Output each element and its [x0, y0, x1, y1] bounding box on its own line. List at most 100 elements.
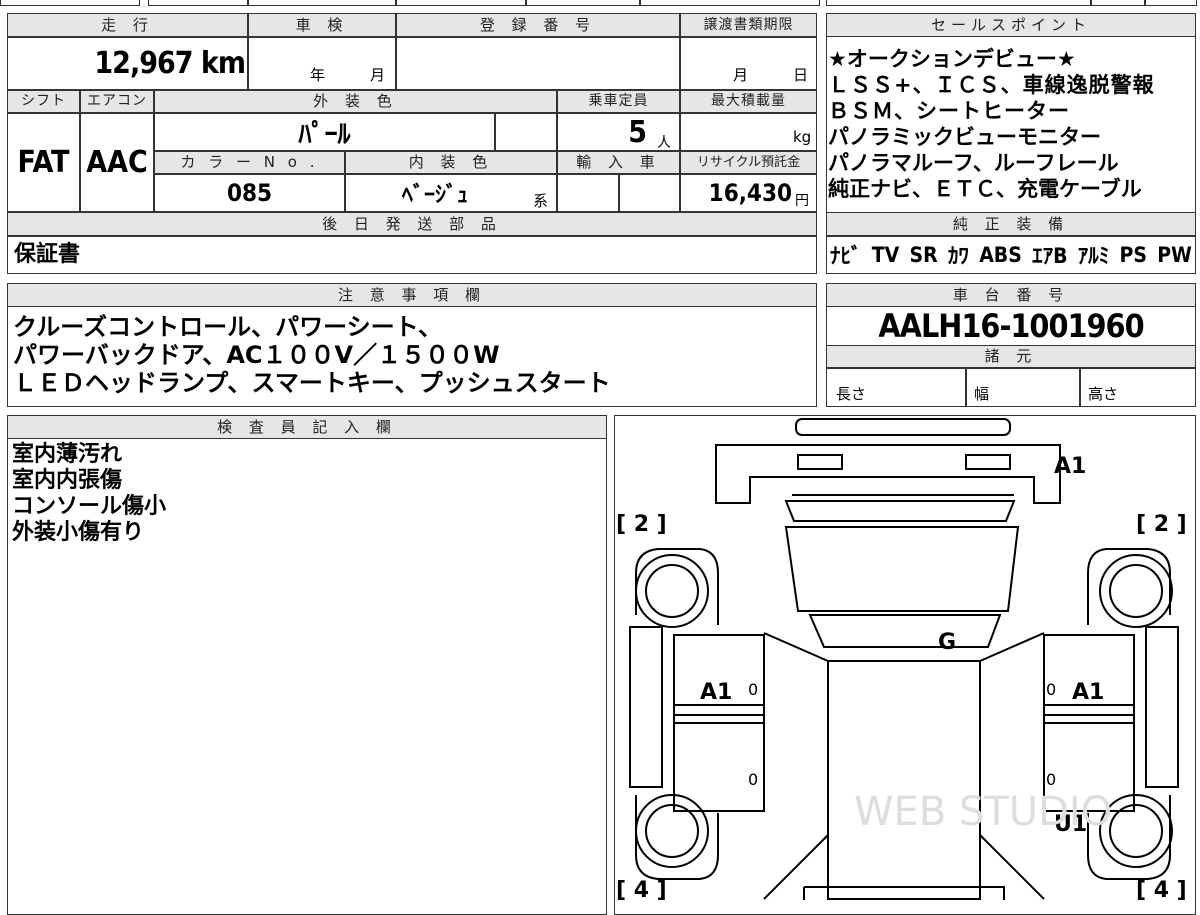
equipment-item-alloy: ｱﾙﾐ — [1077, 244, 1110, 268]
equipment-item-leather: ｶﾜ — [947, 244, 969, 268]
rear-right-wheel-inner — [1109, 804, 1163, 858]
front-right-wheel-inner — [1109, 564, 1163, 618]
sales-point-line: パノラミックビューモニター — [828, 125, 1101, 149]
front-bumper-strip — [795, 418, 1011, 436]
recycle-label: リサイクル預託金 — [680, 151, 817, 174]
interior-color-label: 内 装 色 — [345, 151, 557, 174]
registration-label: 登 録 番 号 — [396, 13, 680, 37]
car-diagram: A1 G A1 A1 U1 0 0 0 0 [ 2 ] [ 2 ] [ 4 ] … — [616, 418, 1187, 900]
equipment-item-abs: ABS — [979, 243, 1022, 267]
mileage-label: 走 行 — [7, 13, 248, 37]
right-pillar — [979, 632, 1045, 900]
notes-line: ＬＥＤヘッドランプ、スマートキー、プッシュスタート — [13, 369, 611, 397]
zero-right-front: 0 — [1046, 680, 1056, 699]
inspection-label: 車 検 — [248, 13, 396, 37]
inspection-month: 月 — [370, 66, 386, 84]
chassis-label: 車 台 番 号 — [826, 283, 1196, 307]
rear-left-wheel-inner — [645, 804, 699, 858]
transfer-month: 月 — [733, 66, 749, 84]
notes-line: パワーバックドア、AC１００V／１５００W — [13, 341, 500, 369]
capacity-unit: 人 — [657, 135, 671, 151]
inspector-line: 室内薄汚れ — [12, 442, 123, 467]
bracket-top-right: [ 2 ] — [1136, 512, 1187, 537]
mark-glass: G — [938, 630, 956, 655]
later-parts-cell — [7, 236, 817, 274]
mark-front: A1 — [1054, 454, 1086, 479]
import-cell-b — [619, 174, 680, 212]
right-mirror — [1145, 626, 1179, 788]
inspector-line: コンソール傷小 — [12, 494, 167, 519]
chassis-number: AALH16-1001960 — [878, 307, 1144, 345]
left-front-door — [673, 634, 765, 724]
bracket-bottom-left: [ 4 ] — [616, 878, 667, 900]
left-fender — [635, 548, 719, 625]
front-left-wheel-inner — [645, 564, 699, 618]
specs-label: 諸 元 — [826, 345, 1196, 368]
inspector-line: 外装小傷有り — [12, 520, 145, 545]
later-parts-value: 保証書 — [14, 242, 81, 267]
exterior-color-sub-cell — [495, 113, 557, 151]
equipment-item-sr: SR — [909, 243, 938, 267]
right-door-handle — [1044, 704, 1134, 716]
color-no-label: カ ラ ー N o . — [154, 151, 345, 174]
sales-point-line: ＢＳＭ、シートヒーター — [828, 99, 1070, 123]
shift-value: FAT — [17, 145, 70, 180]
mileage-value: 12,967 km — [94, 46, 246, 81]
equipment-item-navi: ﾅﾋﾞ — [830, 244, 862, 268]
recycle-unit: 円 — [795, 193, 809, 209]
inspector-label: 検 査 員 記 入 欄 — [7, 415, 607, 439]
inspector-list: 室内薄汚れ 室内内張傷 コンソール傷小 外装小傷有り — [12, 442, 602, 546]
shift-label: シフト — [7, 90, 80, 113]
capacity-value: 5 — [628, 114, 647, 150]
left-door-handle — [674, 704, 764, 716]
max-load-unit: kg — [793, 128, 812, 146]
width-label: 幅 — [974, 385, 990, 403]
windshield — [784, 526, 1020, 612]
equipment-label: 純 正 装 備 — [826, 212, 1196, 236]
equipment-item-ps: PS — [1119, 243, 1147, 267]
mark-right-door: A1 — [1072, 680, 1104, 705]
left-headlight — [797, 454, 843, 470]
interior-color-suffix: 系 — [533, 192, 549, 210]
exterior-color-label: 外 装 色 — [154, 90, 557, 113]
left-pillar — [763, 632, 829, 900]
interior-color-value: ﾍﾞｰｼﾞｭ — [401, 183, 468, 208]
sales-point-line: 純正ナビ、ＥＴＣ、充電ケーブル — [828, 177, 1142, 201]
height-label: 高さ — [1088, 385, 1119, 403]
inspector-line: 室内内張傷 — [12, 468, 123, 493]
zero-left-front: 0 — [748, 680, 758, 699]
transfer-day: 日 — [793, 66, 809, 84]
length-label: 長さ — [836, 385, 867, 403]
sales-points-list: ★オークションデビュー★ ＬＳＳ+、ＩＣＳ、車線逸脱警報 ＢＳＭ、シートヒーター… — [828, 46, 1194, 202]
bracket-top-left: [ 2 ] — [616, 512, 667, 537]
watermark: WEB STUDIO — [854, 789, 1112, 835]
sales-points-label: セールスポイント — [826, 13, 1196, 37]
inspection-year: 年 — [310, 66, 326, 84]
front-grill — [784, 494, 1016, 522]
zero-left-rear: 0 — [748, 770, 758, 789]
equipment-item-tv: TV — [871, 243, 900, 267]
equipment-item-pw: PW — [1157, 243, 1192, 267]
import-label: 輸 入 車 — [557, 151, 680, 174]
equipment-list: ﾅﾋﾞ TV SR ｶﾜ ABS ｴｱB ｱﾙﾐ PS PW — [830, 236, 1192, 274]
notes-line: クルーズコントロール、パワーシート、 — [13, 313, 443, 341]
front-glass-line — [808, 614, 1002, 648]
zero-right-rear: 0 — [1046, 770, 1056, 789]
max-load-label: 最大積載量 — [680, 90, 817, 113]
later-parts-label: 後 日 発 送 部 品 — [7, 212, 817, 236]
recycle-value: 16,430 — [708, 179, 792, 207]
aircon-label: エアコン — [80, 90, 154, 113]
transfer-deadline-label: 譲渡書類期限 — [680, 13, 817, 37]
import-cell-a — [557, 174, 619, 212]
sales-point-line: パノラマルーフ、ルーフレール — [828, 151, 1119, 175]
sales-point-line: ＬＳＳ+、ＩＣＳ、車線逸脱警報 — [828, 73, 1155, 97]
sales-point-line: ★オークションデビュー★ — [828, 47, 1076, 71]
equipment-item-airbag: ｴｱB — [1032, 244, 1068, 268]
notes-list: クルーズコントロール、パワーシート、 パワーバックドア、AC１００V／１５００W… — [13, 313, 813, 397]
color-no-value: 085 — [226, 179, 273, 207]
mark-left-door: A1 — [700, 680, 732, 705]
right-headlight — [965, 454, 1011, 470]
left-mirror — [629, 626, 663, 788]
capacity-label: 乗車定員 — [557, 90, 680, 113]
roof — [827, 660, 981, 900]
